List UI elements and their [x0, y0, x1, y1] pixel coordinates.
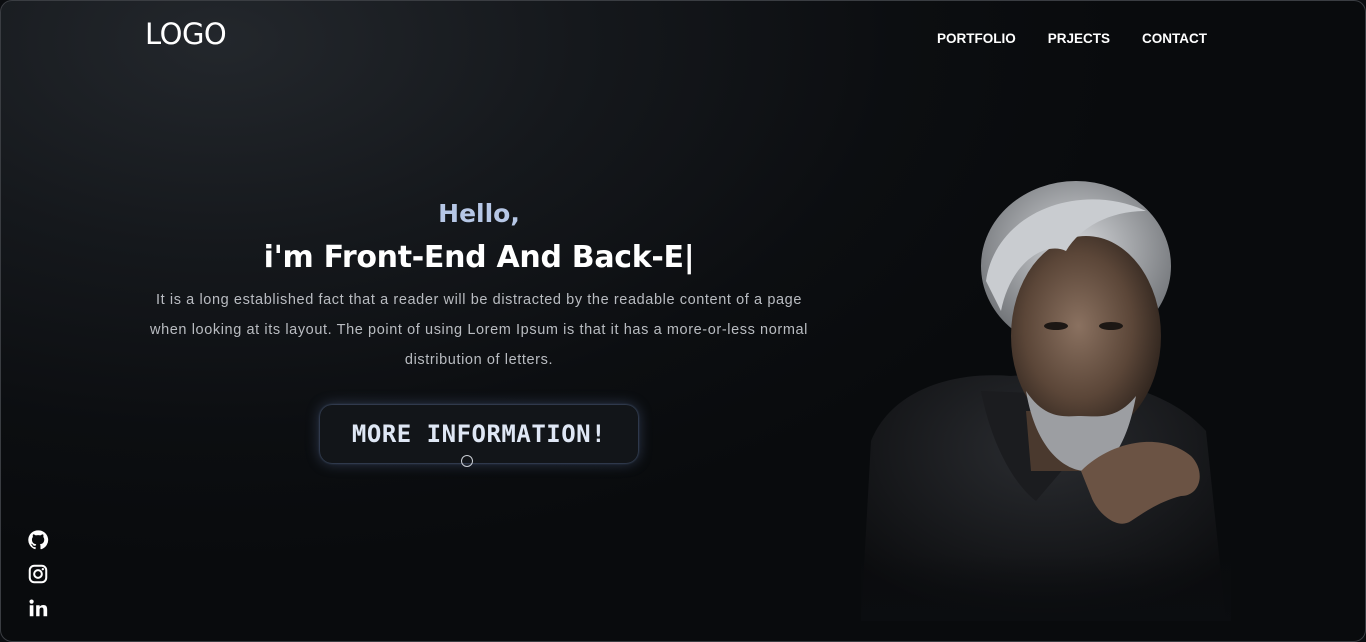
page-frame: LOGO PORTFOLIO PRJECTS CONTACT Hello, i'… — [0, 0, 1366, 642]
hero-section: Hello, i'm Front-End And Back-E| It is a… — [141, 199, 817, 375]
nav-contact[interactable]: CONTACT — [1142, 31, 1207, 46]
social-links — [27, 529, 49, 619]
instagram-icon[interactable] — [27, 563, 49, 585]
hero-description: It is a long established fact that a rea… — [150, 292, 808, 368]
more-information-button[interactable]: MORE INFORMATION! — [320, 405, 638, 463]
linkedin-icon[interactable] — [27, 597, 49, 619]
hero-greeting: Hello, — [438, 199, 520, 228]
hero-role: i'm Front-End And Back-E| — [263, 240, 695, 275]
nav-portfolio[interactable]: PORTFOLIO — [937, 31, 1016, 46]
nav-projects[interactable]: PRJECTS — [1048, 31, 1110, 46]
logo[interactable]: LOGO — [145, 17, 227, 51]
portrait-image — [861, 181, 1231, 621]
github-icon[interactable] — [27, 529, 49, 551]
cursor-ring-icon — [461, 455, 473, 467]
main-nav: PORTFOLIO PRJECTS CONTACT — [937, 31, 1207, 46]
